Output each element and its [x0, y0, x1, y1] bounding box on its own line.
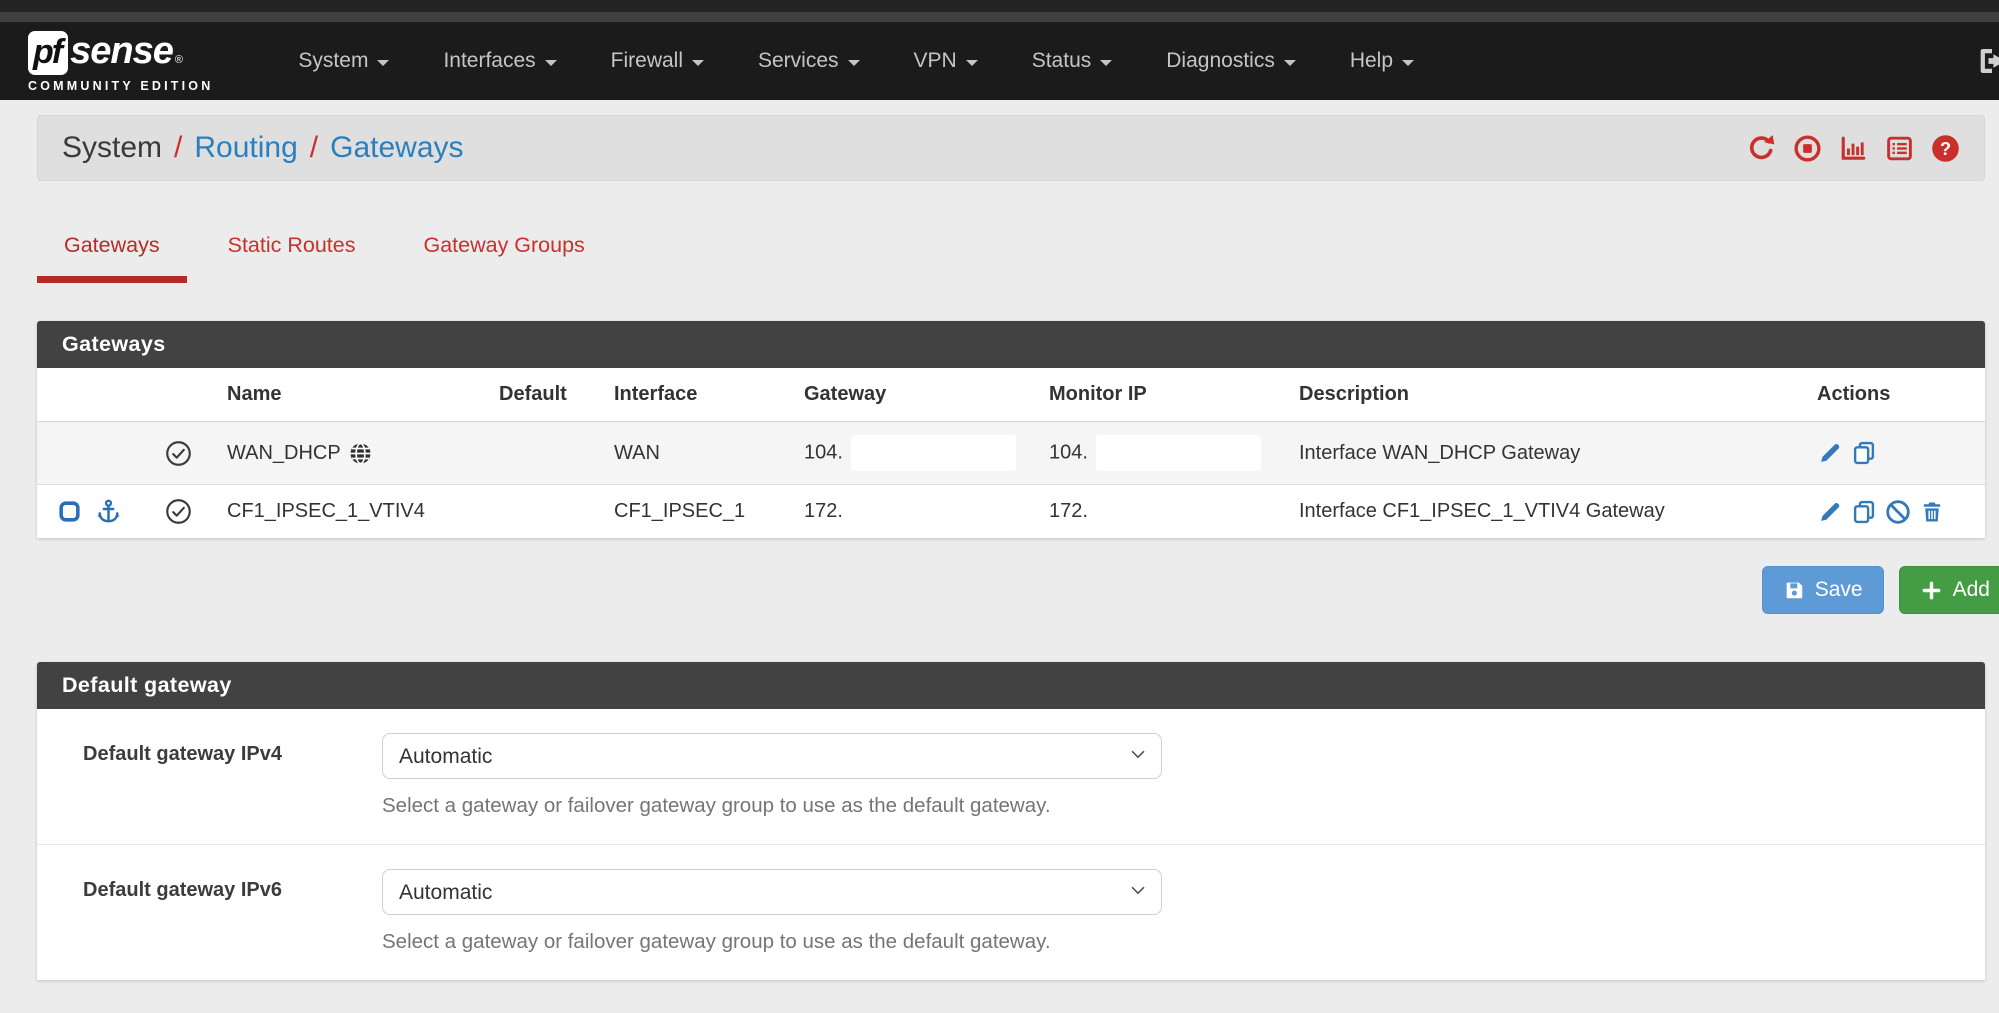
logo-registered-mark: ®	[175, 54, 183, 66]
row-actions	[1817, 499, 1975, 525]
chevron-down-icon	[966, 60, 978, 66]
col-name: Name	[217, 368, 489, 422]
logo-sense-text: sense	[70, 30, 173, 73]
breadcrumb: System / Routing / Gateways	[37, 115, 1985, 181]
nav-item-firewall[interactable]: Firewall	[584, 35, 731, 87]
breadcrumb-routing-link[interactable]: Routing	[194, 131, 297, 165]
redacted-value	[1096, 435, 1261, 471]
ban-icon[interactable]	[1885, 499, 1911, 525]
default-gateway-ipv6-label: Default gateway IPv6	[37, 869, 382, 902]
logo-subtitle: COMMUNITY EDITION	[28, 79, 213, 93]
col-default: Default	[489, 368, 604, 422]
row-actions	[1817, 440, 1975, 466]
default-gateway-ipv6-row: Default gateway IPv6 Automatic Select a …	[37, 844, 1985, 980]
sign-out-icon[interactable]	[1975, 44, 1999, 78]
add-button[interactable]: Add	[1899, 566, 1999, 614]
copy-icon[interactable]	[1851, 499, 1877, 525]
nav-item-system[interactable]: System	[271, 35, 416, 87]
stop-circle-icon[interactable]	[1793, 134, 1822, 163]
page-header-icons	[1747, 134, 1960, 163]
floppy-icon	[1783, 579, 1805, 601]
gateways-table: Name Default Interface Gateway Monitor I…	[37, 368, 1985, 538]
interface-cell: WAN	[604, 422, 794, 485]
main-navbar: pfsense® COMMUNITY EDITION System Interf…	[0, 22, 1999, 100]
default-gateway-ipv6-select[interactable]: Automatic	[382, 869, 1162, 915]
redacted-value	[851, 435, 1016, 471]
default-gateway-ipv4-help: Select a gateway or failover gateway gro…	[382, 794, 1162, 818]
tab-gateways[interactable]: Gateways	[37, 233, 187, 283]
nav-item-status[interactable]: Status	[1005, 35, 1140, 87]
breadcrumb-gateways-link[interactable]: Gateways	[330, 131, 463, 165]
chevron-down-icon	[545, 60, 557, 66]
save-button[interactable]: Save	[1762, 566, 1884, 614]
default-cell	[489, 422, 604, 485]
anchor-icon	[95, 498, 122, 525]
gateway-ip: 104.	[804, 441, 843, 463]
description-cell: Interface WAN_DHCP Gateway	[1289, 422, 1807, 485]
chevron-down-icon	[1402, 60, 1414, 66]
breadcrumb-system: System	[62, 131, 162, 165]
tab-gateway-groups[interactable]: Gateway Groups	[396, 233, 611, 283]
breadcrumb-separator: /	[174, 131, 182, 165]
description-cell: Interface CF1_IPSEC_1_VTIV4 Gateway	[1289, 485, 1807, 539]
chevron-down-icon	[1100, 60, 1112, 66]
check-circle-icon	[165, 498, 207, 525]
globe-icon	[348, 441, 373, 466]
interface-cell: CF1_IPSEC_1	[604, 485, 794, 539]
table-header-row: Name Default Interface Gateway Monitor I…	[37, 368, 1985, 422]
gateways-panel-title: Gateways	[37, 321, 1985, 368]
table-row-cf1-ipsec: CF1_IPSEC_1_VTIV4 CF1_IPSEC_1 172. 172. …	[37, 485, 1985, 539]
nav-item-help[interactable]: Help	[1323, 35, 1441, 87]
gateway-name: WAN_DHCP	[227, 442, 341, 465]
chevron-down-icon	[692, 60, 704, 66]
checkbox-icon[interactable]	[57, 499, 82, 524]
gateway-ip: 172.	[794, 485, 1039, 539]
help-circle-icon[interactable]	[1931, 134, 1960, 163]
form-actions-bar: Save Add	[37, 566, 1985, 614]
window-title-strip	[0, 12, 1999, 22]
nav-item-services[interactable]: Services	[731, 35, 887, 87]
plus-icon	[1920, 579, 1943, 602]
default-gateway-ipv4-label: Default gateway IPv4	[37, 733, 382, 766]
default-cell	[489, 485, 604, 539]
list-icon[interactable]	[1885, 134, 1914, 163]
default-gateway-ipv4-row: Default gateway IPv4 Automatic Select a …	[37, 709, 1985, 844]
col-actions: Actions	[1807, 368, 1985, 422]
default-gateway-panel: Default gateway Default gateway IPv4 Aut…	[37, 662, 1985, 980]
col-gateway: Gateway	[794, 368, 1039, 422]
nav-item-vpn[interactable]: VPN	[887, 35, 1005, 87]
breadcrumb-separator: /	[310, 131, 318, 165]
chevron-down-icon	[1284, 60, 1296, 66]
monitor-ip: 172.	[1039, 485, 1289, 539]
nav-item-diagnostics[interactable]: Diagnostics	[1139, 35, 1323, 87]
edit-icon[interactable]	[1817, 499, 1843, 525]
default-gateway-panel-title: Default gateway	[37, 662, 1985, 709]
chevron-down-icon	[848, 60, 860, 66]
check-circle-icon	[165, 440, 207, 467]
col-monitor-ip: Monitor IP	[1039, 368, 1289, 422]
bar-chart-icon[interactable]	[1839, 134, 1868, 163]
routing-tabs: Gateways Static Routes Gateway Groups	[37, 233, 1985, 283]
window-top-strip	[0, 0, 1999, 12]
nav-item-interfaces[interactable]: Interfaces	[416, 35, 583, 87]
table-row-wan-dhcp: WAN_DHCP WAN 104. 104. Interface WAN_DHC…	[37, 422, 1985, 485]
default-gateway-ipv6-help: Select a gateway or failover gateway gro…	[382, 930, 1162, 954]
gateways-panel: Gateways Name Default Interface Gateway …	[37, 321, 1985, 538]
col-interface: Interface	[604, 368, 794, 422]
default-gateway-ipv4-select[interactable]: Automatic	[382, 733, 1162, 779]
pfsense-logo[interactable]: pfsense® COMMUNITY EDITION	[28, 30, 213, 93]
tab-static-routes[interactable]: Static Routes	[201, 233, 383, 283]
refresh-icon[interactable]	[1747, 134, 1776, 163]
logo-pf-badge: pf	[28, 31, 68, 75]
trash-icon[interactable]	[1919, 499, 1945, 525]
chevron-down-icon	[377, 60, 389, 66]
copy-icon[interactable]	[1851, 440, 1877, 466]
gateway-name: CF1_IPSEC_1_VTIV4	[217, 485, 489, 539]
edit-icon[interactable]	[1817, 440, 1843, 466]
monitor-ip: 104.	[1049, 441, 1088, 463]
col-description: Description	[1289, 368, 1807, 422]
nav-menu: System Interfaces Firewall Services VPN …	[271, 35, 1441, 87]
